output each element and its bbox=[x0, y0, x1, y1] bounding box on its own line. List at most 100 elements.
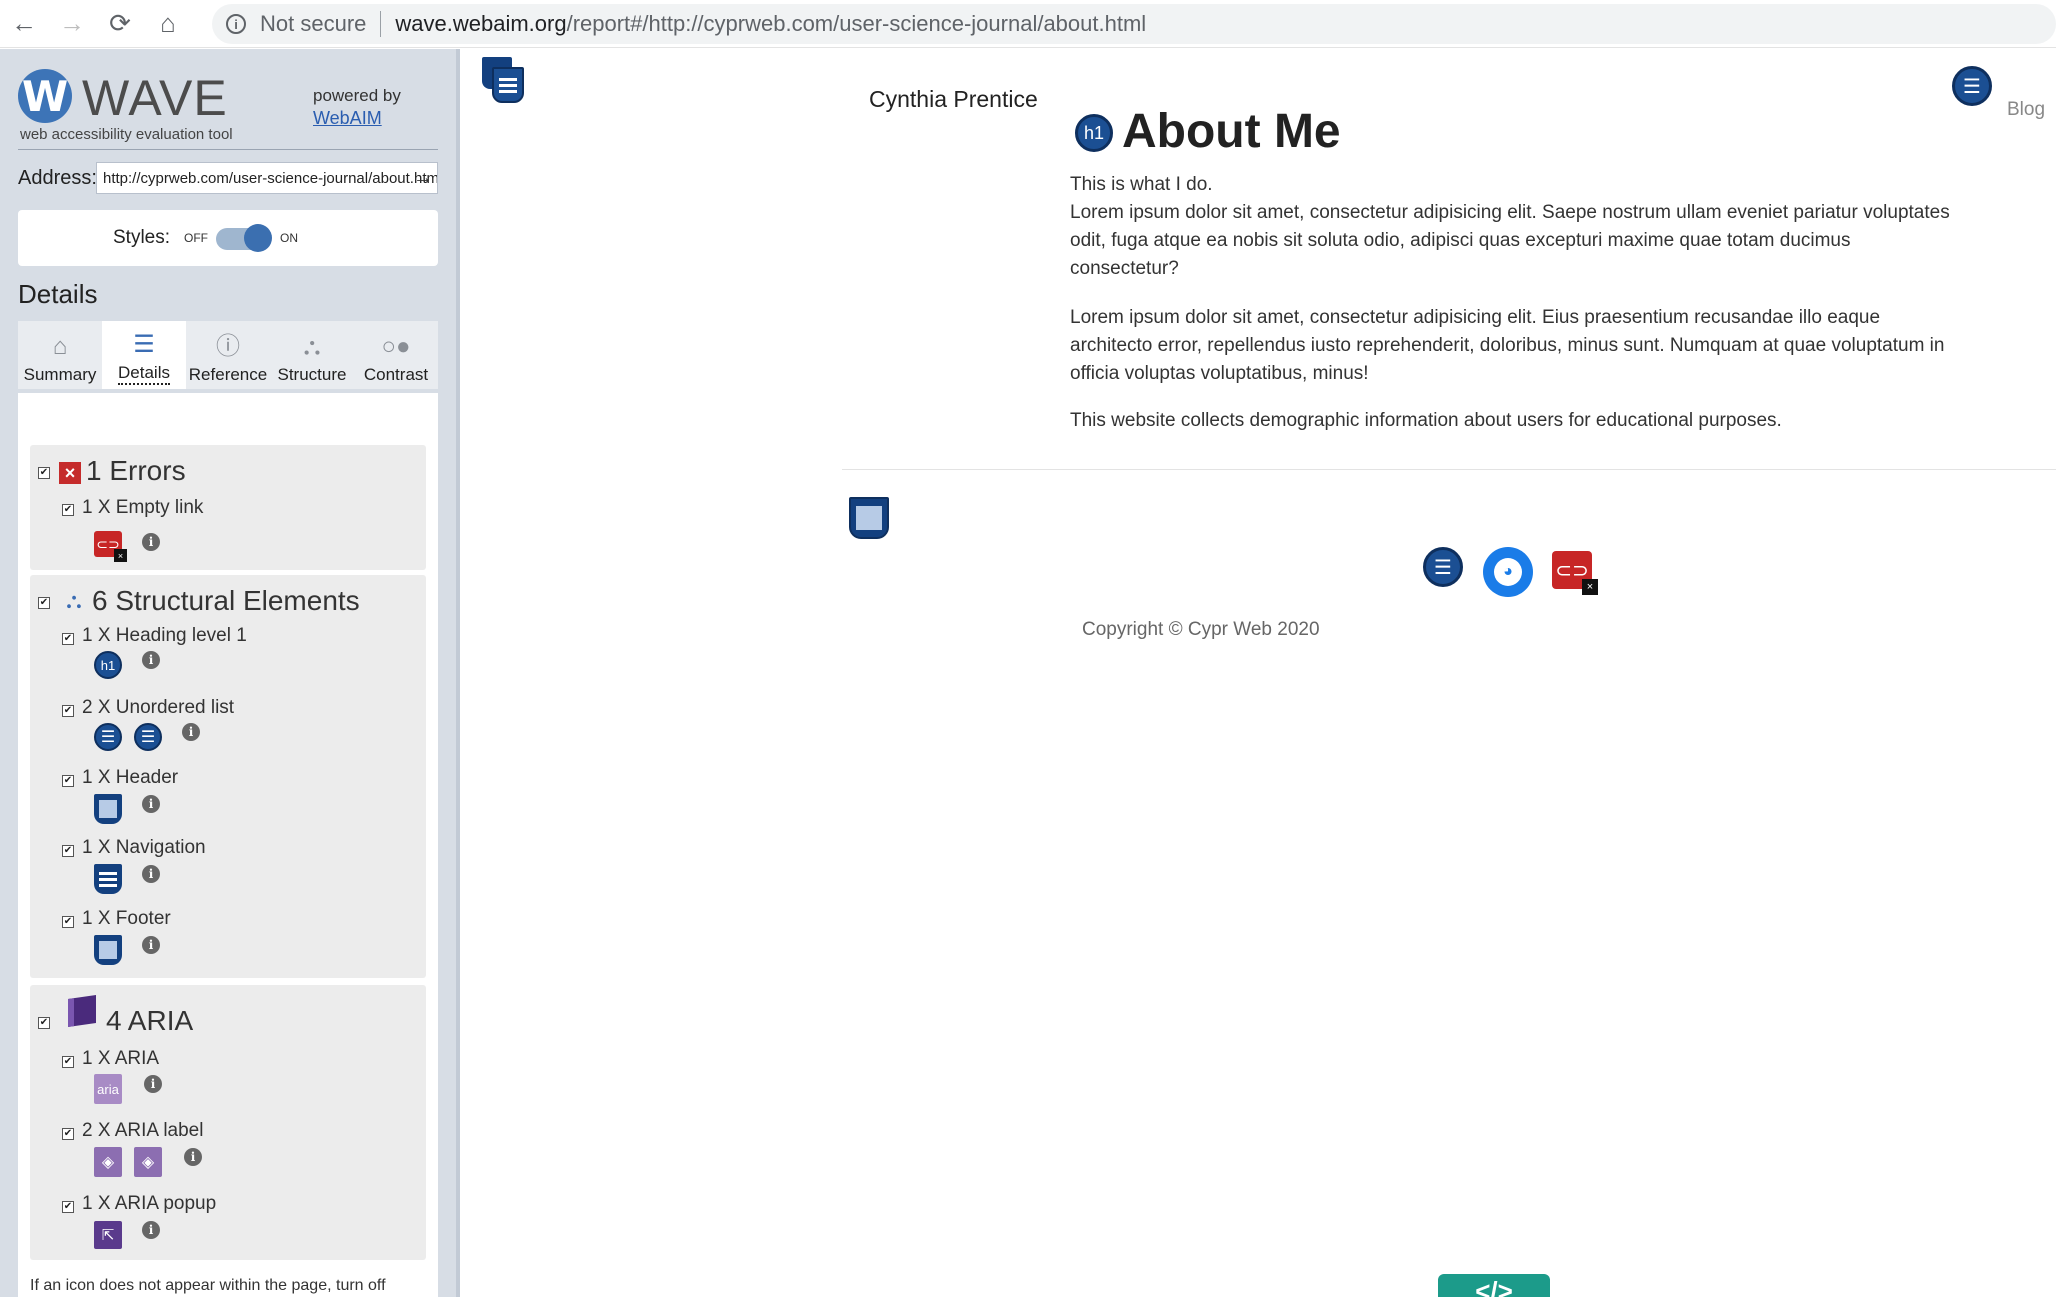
unordered-list-icon[interactable]: ☰ bbox=[1423, 547, 1463, 587]
unordered-list-icon[interactable]: ☰ bbox=[134, 723, 162, 751]
forward-button[interactable]: → bbox=[48, 0, 96, 48]
errors-title: 1 Errors bbox=[86, 455, 186, 486]
aria-cube-icon bbox=[68, 995, 96, 1027]
wave-title: WAVE bbox=[82, 70, 228, 126]
unordered-list-checkbox[interactable]: ✔ bbox=[62, 705, 74, 717]
structure-icon: ⛬ bbox=[66, 588, 82, 613]
footer-icon[interactable] bbox=[849, 497, 889, 539]
address-input[interactable]: http://cyprweb.com/user-science-journal/… bbox=[96, 162, 438, 194]
aria-item-checkbox[interactable]: ✔ bbox=[62, 1056, 74, 1068]
heading-level-1-label: 1 X Heading level 1 bbox=[82, 625, 247, 646]
aria-label-checkbox[interactable]: ✔ bbox=[62, 1128, 74, 1140]
arrow-right-icon[interactable]: → bbox=[408, 162, 438, 194]
unordered-list-icon[interactable]: ☰ bbox=[94, 723, 122, 751]
header-checkbox[interactable]: ✔ bbox=[62, 775, 74, 787]
aria-popup-label: 1 X ARIA popup bbox=[82, 1193, 217, 1214]
structure-checkbox[interactable]: ✔ bbox=[38, 597, 50, 609]
aria-icon[interactable]: aria bbox=[94, 1074, 122, 1104]
footer-icon[interactable] bbox=[94, 935, 122, 965]
structure-title: 6 Structural Elements bbox=[92, 585, 360, 616]
address-bar[interactable]: i Not secure wave.webaim.org/report#/htt… bbox=[212, 4, 2056, 44]
blog-link[interactable]: Blog bbox=[2007, 99, 2045, 121]
divider bbox=[842, 469, 2056, 470]
tab-details[interactable]: ☰ Details bbox=[102, 321, 186, 389]
paragraph: Lorem ipsum dolor sit amet, consectetur … bbox=[1070, 202, 1950, 279]
info-icon[interactable]: i bbox=[184, 1148, 202, 1166]
empty-link-icon[interactable]: ⊂⊃ × bbox=[94, 530, 127, 562]
aria-group: ✔ 4 ARIA ✔ 1 X ARIA aria i ✔ 2 X ARIA la… bbox=[30, 985, 426, 1260]
aria-label: 1 X ARIA bbox=[82, 1048, 160, 1069]
navigation-checkbox[interactable]: ✔ bbox=[62, 845, 74, 857]
list-icon: ☰ bbox=[133, 331, 155, 358]
tab-structure[interactable]: ⛬ Structure bbox=[270, 321, 354, 389]
webaim-link[interactable]: WebAIM bbox=[313, 108, 382, 129]
tab-label: Reference bbox=[188, 365, 268, 384]
navigation-icon[interactable] bbox=[482, 57, 524, 103]
aria-popup-checkbox[interactable]: ✔ bbox=[62, 1201, 74, 1213]
wave-sidebar: W WAVE web accessibility evaluation tool… bbox=[0, 49, 456, 1297]
paragraph: Lorem ipsum dolor sit amet, consectetur … bbox=[1070, 307, 1945, 384]
wave-tabs: ⌂ Summary ☰ Details ⓘ Reference ⛬ Struct… bbox=[18, 321, 438, 389]
security-label: Not secure bbox=[260, 11, 367, 36]
info-icon[interactable]: i bbox=[142, 936, 160, 954]
info-icon[interactable]: i bbox=[142, 1221, 160, 1239]
url-path: /report#/http://cyprweb.com/user-science… bbox=[566, 11, 1147, 36]
powered-by-label: powered by bbox=[313, 86, 401, 105]
footer-label: 1 X Footer bbox=[82, 908, 171, 929]
empty-link-checkbox[interactable]: ✔ bbox=[62, 504, 74, 516]
h1-icon[interactable]: h1 bbox=[94, 651, 122, 679]
aria-label-icon[interactable]: ◈ bbox=[94, 1147, 122, 1177]
aria-checkbox[interactable]: ✔ bbox=[38, 1017, 50, 1029]
unordered-list-icon[interactable]: ☰ bbox=[1952, 66, 1992, 106]
empty-link-icon[interactable]: ⊂⊃ × bbox=[1552, 551, 1598, 595]
info-icon: ⓘ bbox=[216, 333, 240, 360]
tab-contrast[interactable]: ○● Contrast bbox=[354, 321, 438, 389]
details-panel: ✔ × 1 Errors ✔ 1 X Empty link ⊂⊃ × i ✔ ⛬ … bbox=[18, 393, 438, 1297]
header-icon[interactable] bbox=[94, 794, 122, 824]
info-icon[interactable]: i bbox=[182, 723, 200, 741]
header-label: 1 X Header bbox=[82, 767, 179, 788]
structure-icon: ⛬ bbox=[303, 333, 321, 360]
styles-toggle-knob[interactable] bbox=[244, 224, 272, 252]
omnibox-divider bbox=[380, 11, 382, 37]
github-icon[interactable]: ◕ bbox=[1483, 547, 1533, 597]
address-label: Address: bbox=[18, 167, 97, 189]
styles-on-label: ON bbox=[280, 231, 298, 245]
info-icon[interactable]: i bbox=[144, 1075, 162, 1093]
error-icon: × bbox=[56, 459, 84, 487]
copyright: Copyright © Cypr Web 2020 bbox=[1082, 619, 1320, 640]
info-icon[interactable]: i bbox=[142, 795, 160, 813]
browser-toolbar: ← → ⟳ ⌂ i Not secure wave.webaim.org/rep… bbox=[0, 0, 2056, 48]
info-icon[interactable]: i bbox=[142, 651, 160, 669]
home-button[interactable]: ⌂ bbox=[144, 0, 192, 48]
navigation-icon[interactable] bbox=[94, 864, 122, 894]
aria-label-icon[interactable]: ◈ bbox=[134, 1147, 162, 1177]
footer-checkbox[interactable]: ✔ bbox=[62, 916, 74, 928]
errors-checkbox[interactable]: ✔ bbox=[38, 467, 50, 479]
info-icon[interactable]: i bbox=[142, 865, 160, 883]
wave-logo-icon: W bbox=[18, 69, 72, 123]
tab-label: Contrast bbox=[363, 365, 429, 384]
aria-title: 4 ARIA bbox=[106, 1005, 194, 1036]
heading-checkbox[interactable]: ✔ bbox=[62, 633, 74, 645]
site-name[interactable]: Cynthia Prentice bbox=[869, 86, 1038, 113]
errors-group: ✔ × 1 Errors ✔ 1 X Empty link ⊂⊃ × i bbox=[30, 445, 426, 570]
tab-label: Summary bbox=[23, 365, 97, 384]
home-icon: ⌂ bbox=[52, 333, 68, 360]
h1-icon[interactable]: h1 bbox=[1075, 114, 1113, 152]
code-icon[interactable]: </> bbox=[1438, 1274, 1550, 1297]
styles-off-label: OFF bbox=[184, 231, 208, 245]
site-info-icon[interactable]: i bbox=[226, 14, 246, 34]
contrast-icon: ○● bbox=[381, 333, 411, 360]
aria-popup-icon[interactable]: ⇱ bbox=[94, 1221, 122, 1249]
styles-hint: If an icon does not appear within the pa… bbox=[30, 1277, 386, 1294]
intro-text: This is what I do. bbox=[1070, 174, 1213, 195]
info-icon[interactable]: i bbox=[142, 533, 160, 551]
tab-summary[interactable]: ⌂ Summary bbox=[18, 321, 102, 389]
tab-reference[interactable]: ⓘ Reference bbox=[186, 321, 270, 389]
reload-button[interactable]: ⟳ bbox=[96, 0, 144, 48]
styles-label: Styles: bbox=[113, 227, 171, 248]
unordered-list-label: 2 X Unordered list bbox=[82, 697, 235, 718]
back-button[interactable]: ← bbox=[0, 0, 48, 48]
styles-panel: Styles: OFF ON bbox=[18, 210, 438, 266]
